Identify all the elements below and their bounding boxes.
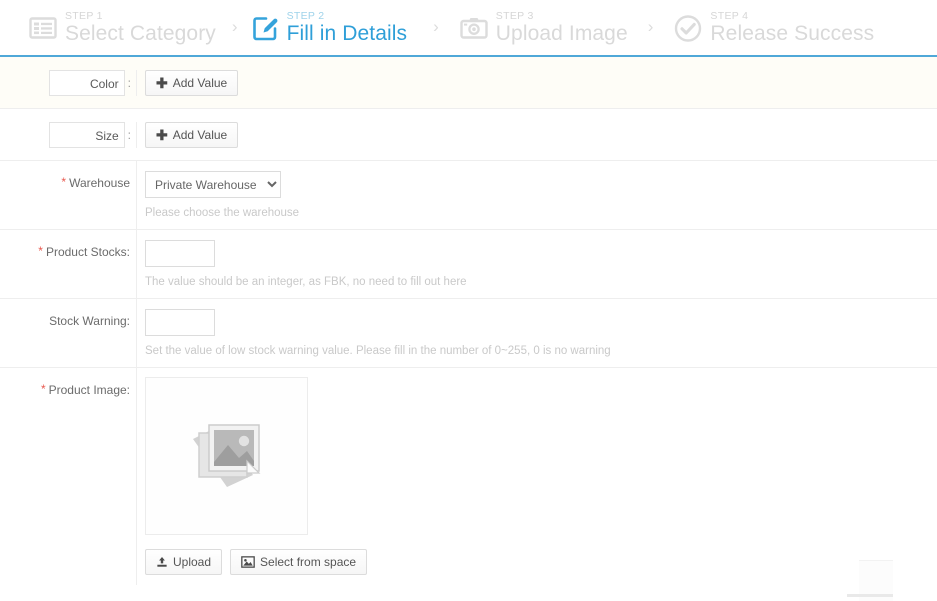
- upload-button-label: Upload: [173, 555, 212, 569]
- stock-warning-label-text: Stock Warning:: [49, 314, 130, 328]
- step-number: STEP 4: [710, 9, 749, 22]
- select-from-space-label: Select from space: [260, 555, 357, 569]
- check-circle-icon: [675, 14, 702, 42]
- upload-button[interactable]: Upload: [145, 549, 223, 575]
- warehouse-label: * Warehouse: [0, 161, 137, 229]
- step-item-select-category[interactable]: STEP 1 Select Category: [28, 0, 216, 55]
- form-row-product-image: * Product Image: Upload Select from spac…: [0, 368, 937, 585]
- product-stocks-label: * Product Stocks:: [0, 230, 137, 298]
- stock-warning-field: Set the value of low stock warning value…: [137, 299, 937, 367]
- product-image-dropzone[interactable]: [145, 377, 308, 535]
- product-stocks-hint: The value should be an integer, as FBK, …: [145, 276, 467, 288]
- step-indicator: STEP 1 Select Category › STEP 2 Fill in …: [0, 0, 937, 57]
- product-image-label: * Product Image:: [0, 368, 137, 585]
- select-from-space-button[interactable]: Select from space: [230, 549, 368, 575]
- step-item-fill-in-details[interactable]: STEP 2 Fill in Details: [250, 0, 408, 55]
- attribute-name-input-color[interactable]: Color: [48, 69, 125, 96]
- page: STEP 1 Select Category › STEP 2 Fill in …: [0, 0, 937, 601]
- step-separator: ›: [433, 16, 439, 36]
- edit-pencil-icon: [252, 16, 278, 40]
- product-image-actions: Upload Select from space: [145, 549, 937, 575]
- photo-stack-icon: [192, 424, 260, 487]
- page-footer-partial: [847, 560, 893, 601]
- attribute-name-input-size[interactable]: Size: [48, 121, 125, 148]
- stock-warning-input[interactable]: [145, 309, 215, 336]
- stock-warning-hint: Set the value of low stock warning value…: [145, 345, 611, 357]
- step-separator: ›: [647, 16, 654, 36]
- attribute-name-cell: Size :: [0, 121, 137, 148]
- form-row-attribute-color: Color : ✚ Add Value: [0, 57, 937, 109]
- form-row-attribute-size: Size : ✚ Add Value: [0, 109, 937, 161]
- step-separator: ›: [231, 16, 238, 36]
- attribute-name-cell: Color :: [0, 69, 137, 96]
- add-value-label: Add Value: [172, 75, 228, 90]
- add-value-button-size[interactable]: ✚ Add Value: [145, 121, 239, 148]
- required-asterisk: *: [61, 175, 67, 189]
- step-label: Release Success: [710, 22, 875, 46]
- step-label: Upload Image: [495, 22, 628, 46]
- form-row-product-stocks: * Product Stocks: The value should be an…: [0, 230, 937, 299]
- attribute-value-cell: ✚ Add Value: [137, 112, 937, 158]
- form-row-warehouse: * Warehouse Private Warehouse Please cho…: [0, 161, 937, 230]
- camera-icon: [460, 17, 488, 39]
- plus-icon: ✚: [156, 126, 168, 143]
- add-value-button-color[interactable]: ✚ Add Value: [145, 69, 239, 96]
- product-image-label-text: Product Image:: [48, 383, 130, 397]
- warehouse-label-text: Warehouse: [69, 176, 130, 190]
- warehouse-select[interactable]: Private Warehouse: [145, 171, 281, 198]
- step-label: Fill in Details: [286, 22, 408, 46]
- required-asterisk: *: [38, 244, 43, 258]
- add-value-label: Add Value: [172, 127, 228, 142]
- label-colon: :: [127, 127, 131, 142]
- product-stocks-label-text: Product Stocks:: [45, 245, 130, 259]
- step-item-release-success[interactable]: STEP 4 Release Success: [673, 0, 874, 55]
- list-icon: [29, 16, 57, 39]
- step-number: STEP 3: [495, 9, 534, 22]
- step-number: STEP 1: [65, 9, 103, 22]
- product-stocks-input[interactable]: [145, 240, 215, 267]
- warehouse-hint: Please choose the warehouse: [145, 207, 300, 219]
- product-stocks-field: The value should be an integer, as FBK, …: [137, 230, 937, 298]
- product-image-field: Upload Select from space: [137, 368, 937, 585]
- step-label: Select Category: [65, 22, 216, 46]
- product-details-form: Color : ✚ Add Value Size : ✚ Add Value *…: [0, 57, 937, 585]
- picture-icon: [241, 556, 255, 568]
- warehouse-field: Private Warehouse Please choose the ware…: [137, 161, 937, 229]
- attribute-value-cell: ✚ Add Value: [137, 60, 937, 106]
- required-asterisk: *: [40, 382, 46, 396]
- plus-icon: ✚: [156, 74, 168, 91]
- step-item-upload-image[interactable]: STEP 3 Upload Image: [459, 0, 628, 55]
- label-colon: :: [127, 75, 131, 90]
- step-number: STEP 2: [286, 9, 325, 22]
- form-row-stock-warning: Stock Warning: Set the value of low stoc…: [0, 299, 937, 368]
- stock-warning-label: Stock Warning:: [0, 299, 137, 367]
- upload-icon: [156, 556, 168, 568]
